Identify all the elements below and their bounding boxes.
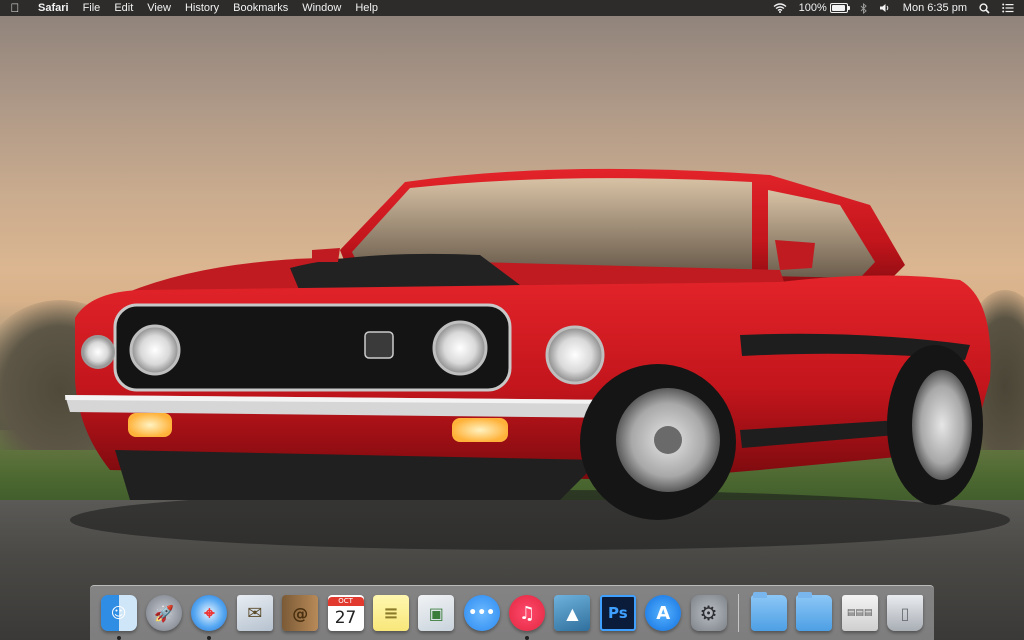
app-store-glyph: A [656, 602, 671, 624]
safari-glyph: ⌖ [204, 602, 215, 624]
menu-bar:  Safari File Edit View History Bookmark… [0, 0, 1024, 16]
preview-glyph: ▣ [428, 603, 444, 623]
notification-center-icon[interactable] [996, 3, 1024, 13]
trash-icon[interactable]: ▯ [887, 595, 924, 631]
running-indicator [525, 636, 530, 640]
apple-icon[interactable]:  [0, 0, 30, 16]
menu-file[interactable]: File [76, 0, 108, 16]
downloads-glyph: ▤▤▤ [846, 608, 873, 618]
trash-glyph: ▯ [900, 603, 910, 623]
running-indicator [207, 636, 212, 640]
system-preferences-glyph: ⚙ [699, 601, 718, 625]
calendar-icon[interactable]: OCT 27 [327, 595, 364, 631]
menu-bookmarks[interactable]: Bookmarks [226, 0, 295, 16]
messages-glyph: ••• [468, 605, 496, 621]
downloads-stack-icon[interactable]: ▤▤▤ [841, 595, 878, 631]
notes-icon[interactable]: ≡ [372, 595, 409, 631]
menu-window[interactable]: Window [295, 0, 348, 16]
dock: ☺ 🚀 ⌖ ✉ @ OCT 27 ≡ ▣ ••• ♫ ▲ Ps A ⚙ ▤▤▤ … [90, 585, 934, 640]
clock[interactable]: Mon 6:35 pm [897, 0, 973, 16]
system-preferences-icon[interactable]: ⚙ [690, 595, 727, 631]
notes-glyph: ≡ [383, 602, 399, 624]
volume-icon[interactable] [873, 3, 897, 13]
app-store-icon[interactable]: A [645, 595, 682, 631]
mail-glyph: ✉ [247, 602, 263, 624]
messages-icon[interactable]: ••• [463, 595, 500, 631]
launchpad-icon[interactable]: 🚀 [146, 595, 183, 631]
battery-percent: 100% [798, 2, 827, 14]
search-icon[interactable] [973, 2, 996, 14]
documents-folder-icon[interactable] [796, 592, 833, 631]
running-indicator [116, 636, 121, 640]
battery-icon [829, 3, 850, 13]
itunes-glyph: ♫ [518, 602, 536, 624]
photoshop-icon[interactable]: Ps [599, 595, 636, 631]
menu-view[interactable]: View [140, 0, 178, 16]
itunes-icon[interactable]: ♫ [509, 595, 546, 640]
menu-edit[interactable]: Edit [107, 0, 140, 16]
applications-folder-icon[interactable] [750, 592, 787, 631]
wifi-icon[interactable] [767, 3, 793, 13]
finder-glyph: ☺ [110, 604, 127, 622]
photoshop-label: Ps [607, 604, 628, 622]
finder-icon[interactable]: ☺ [100, 595, 137, 640]
battery-indicator[interactable]: 100% [793, 0, 854, 16]
contacts-icon[interactable]: @ [282, 595, 319, 631]
bluetooth-icon[interactable] [854, 2, 873, 14]
iphoto-glyph: ▲ [566, 603, 579, 623]
iphoto-icon[interactable]: ▲ [554, 595, 591, 631]
menu-app-safari[interactable]: Safari [30, 0, 76, 16]
mail-icon[interactable]: ✉ [236, 595, 273, 631]
calendar-month: OCT [327, 596, 364, 606]
dock-separator [738, 594, 740, 632]
calendar-day: 27 [334, 607, 357, 628]
menu-help[interactable]: Help [348, 0, 385, 16]
menu-history[interactable]: History [178, 0, 226, 16]
contacts-glyph: @ [292, 603, 309, 623]
preview-icon[interactable]: ▣ [418, 595, 455, 631]
launchpad-glyph: 🚀 [154, 603, 175, 623]
safari-icon[interactable]: ⌖ [191, 595, 228, 640]
desktop-wallpaper [0, 0, 1024, 640]
wallpaper-car [65, 168, 1010, 550]
